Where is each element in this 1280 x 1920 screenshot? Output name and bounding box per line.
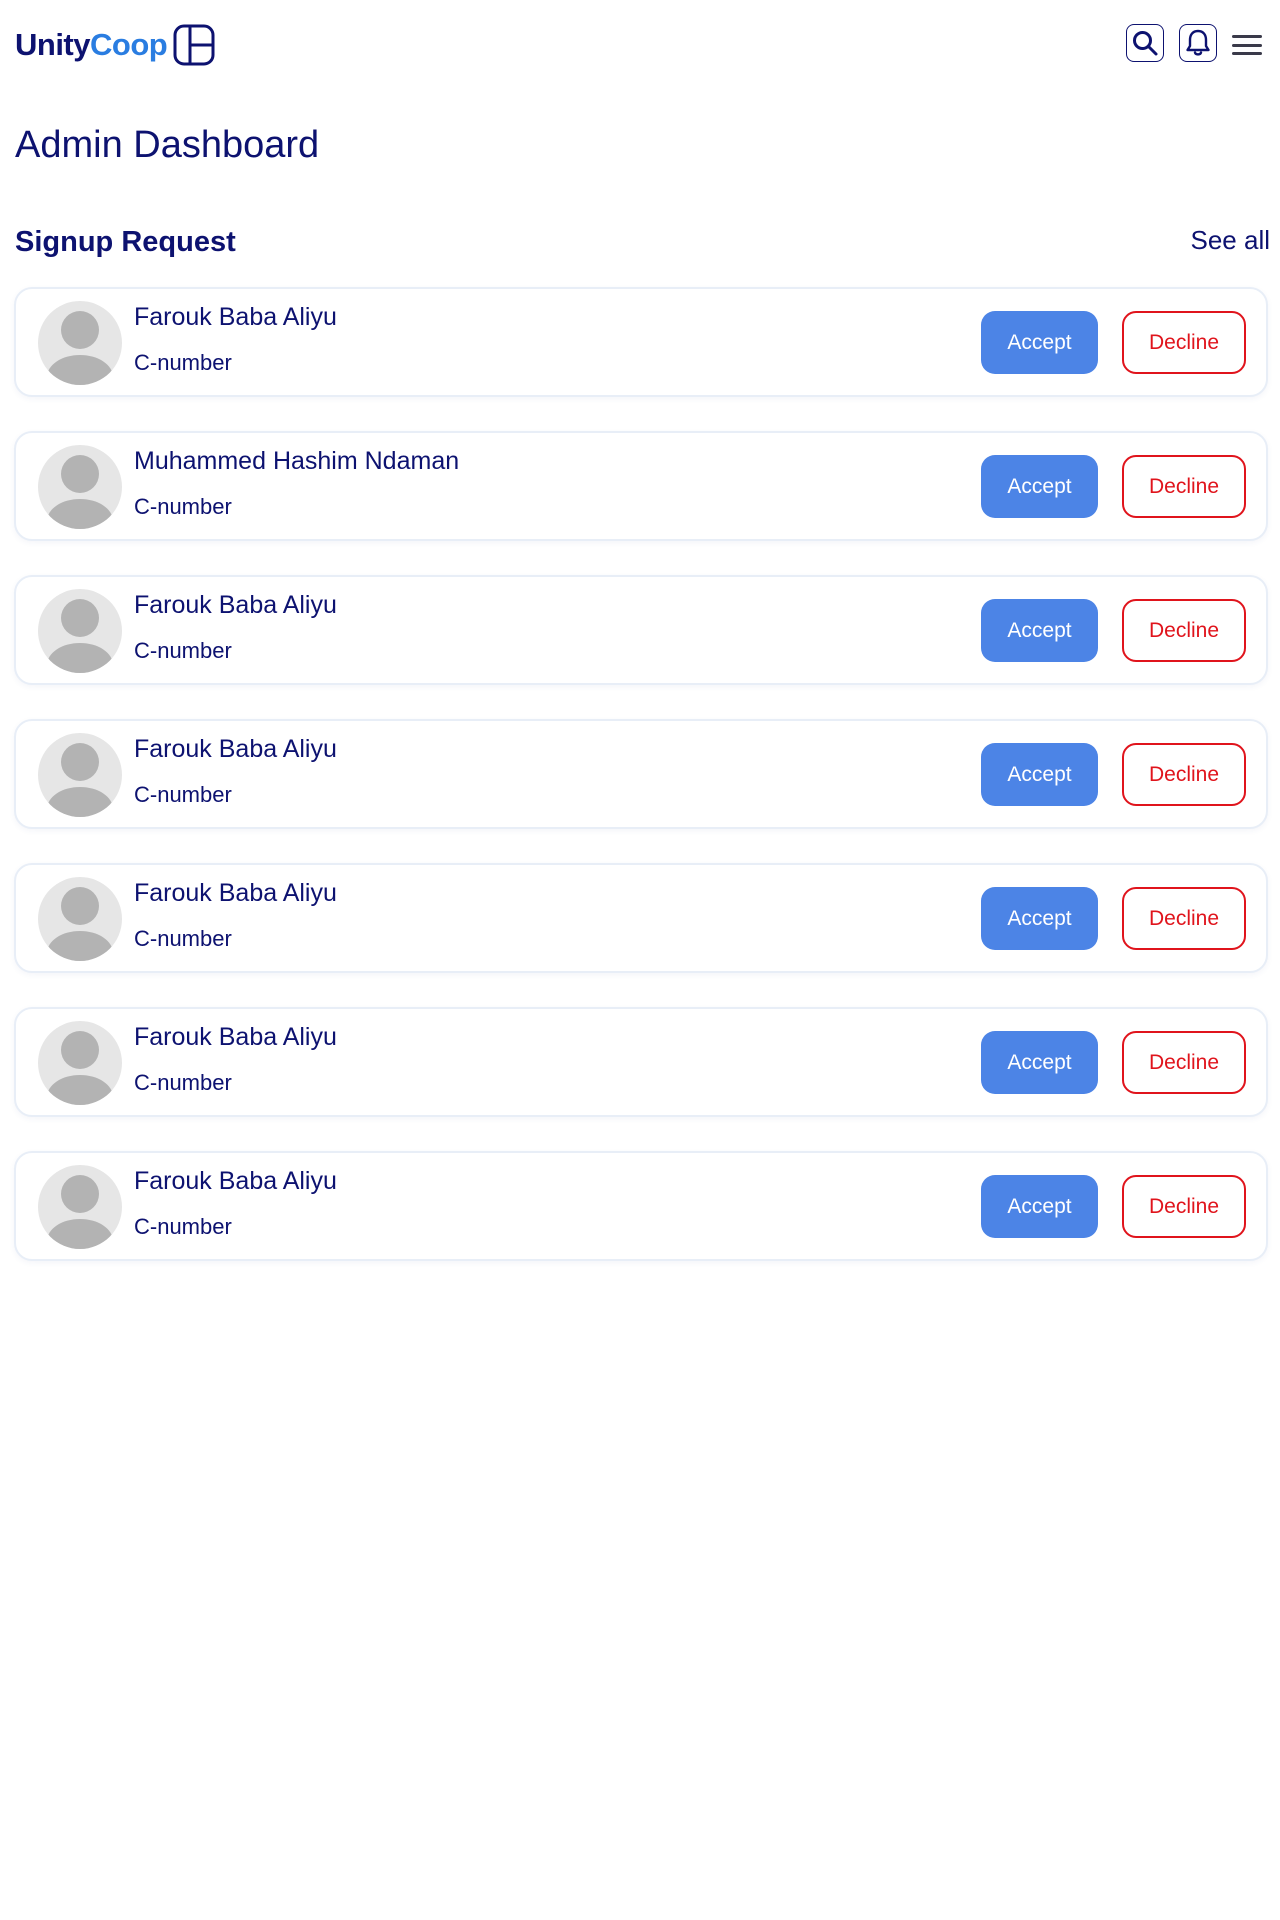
- signup-request-card: Farouk Baba Aliyu C-number Accept Declin…: [14, 719, 1268, 829]
- section-title-signup-request: Signup Request: [15, 226, 236, 258]
- decline-button[interactable]: Decline: [1122, 311, 1246, 374]
- accept-button[interactable]: Accept: [981, 1175, 1098, 1238]
- bell-icon: [1186, 29, 1210, 56]
- accept-button[interactable]: Accept: [981, 887, 1098, 950]
- logo-text-coop: Coop: [90, 27, 168, 62]
- requester-c-number: C-number: [134, 494, 232, 519]
- requester-c-number: C-number: [134, 1214, 232, 1239]
- signup-request-list: Farouk Baba Aliyu C-number Accept Declin…: [14, 287, 1268, 1295]
- requester-name: Farouk Baba Aliyu: [134, 879, 337, 907]
- requester-c-number: C-number: [134, 782, 232, 807]
- notifications-button[interactable]: [1179, 24, 1217, 62]
- logo-text-unity: Unity: [15, 27, 91, 62]
- top-header: Unity Coop: [0, 0, 1280, 100]
- page-title: Admin Dashboard: [15, 124, 320, 166]
- hamburger-menu-icon[interactable]: [1232, 32, 1262, 58]
- decline-button[interactable]: Decline: [1122, 1031, 1246, 1094]
- requester-name: Farouk Baba Aliyu: [134, 735, 337, 763]
- requester-name: Farouk Baba Aliyu: [134, 303, 337, 331]
- decline-button[interactable]: Decline: [1122, 887, 1246, 950]
- app-logo[interactable]: Unity Coop: [15, 24, 215, 66]
- signup-request-card: Farouk Baba Aliyu C-number Accept Declin…: [14, 287, 1268, 397]
- requester-c-number: C-number: [134, 638, 232, 663]
- accept-button[interactable]: Accept: [981, 311, 1098, 374]
- search-button[interactable]: [1126, 24, 1164, 62]
- requester-name: Farouk Baba Aliyu: [134, 591, 337, 619]
- requester-name: Muhammed Hashim Ndaman: [134, 447, 460, 475]
- accept-button[interactable]: Accept: [981, 599, 1098, 662]
- menu-bar: [1232, 43, 1262, 47]
- signup-request-card: Farouk Baba Aliyu C-number Accept Declin…: [14, 863, 1268, 973]
- signup-request-card: Muhammed Hashim Ndaman C-number Accept D…: [14, 431, 1268, 541]
- accept-button[interactable]: Accept: [981, 455, 1098, 518]
- avatar-placeholder-icon: [38, 445, 122, 529]
- accept-button[interactable]: Accept: [981, 743, 1098, 806]
- menu-bar: [1232, 35, 1262, 38]
- requester-c-number: C-number: [134, 350, 232, 375]
- avatar-placeholder-icon: [38, 733, 122, 817]
- avatar-placeholder-icon: [38, 589, 122, 673]
- requester-name: Farouk Baba Aliyu: [134, 1167, 337, 1195]
- decline-button[interactable]: Decline: [1122, 455, 1246, 518]
- avatar-placeholder-icon: [38, 1165, 122, 1249]
- decline-button[interactable]: Decline: [1122, 599, 1246, 662]
- decline-button[interactable]: Decline: [1122, 743, 1246, 806]
- signup-request-card: Farouk Baba Aliyu C-number Accept Declin…: [14, 1151, 1268, 1261]
- avatar-placeholder-icon: [38, 1021, 122, 1105]
- avatar-placeholder-icon: [38, 301, 122, 385]
- decline-button[interactable]: Decline: [1122, 1175, 1246, 1238]
- menu-bar: [1232, 52, 1262, 55]
- requester-c-number: C-number: [134, 1070, 232, 1095]
- signup-request-card: Farouk Baba Aliyu C-number Accept Declin…: [14, 575, 1268, 685]
- avatar-placeholder-icon: [38, 877, 122, 961]
- accept-button[interactable]: Accept: [981, 1031, 1098, 1094]
- logo-mark-icon: [173, 24, 215, 66]
- see-all-link[interactable]: See all: [1191, 225, 1271, 256]
- signup-request-card: Farouk Baba Aliyu C-number Accept Declin…: [14, 1007, 1268, 1117]
- search-icon: [1133, 31, 1158, 56]
- requester-name: Farouk Baba Aliyu: [134, 1023, 337, 1051]
- requester-c-number: C-number: [134, 926, 232, 951]
